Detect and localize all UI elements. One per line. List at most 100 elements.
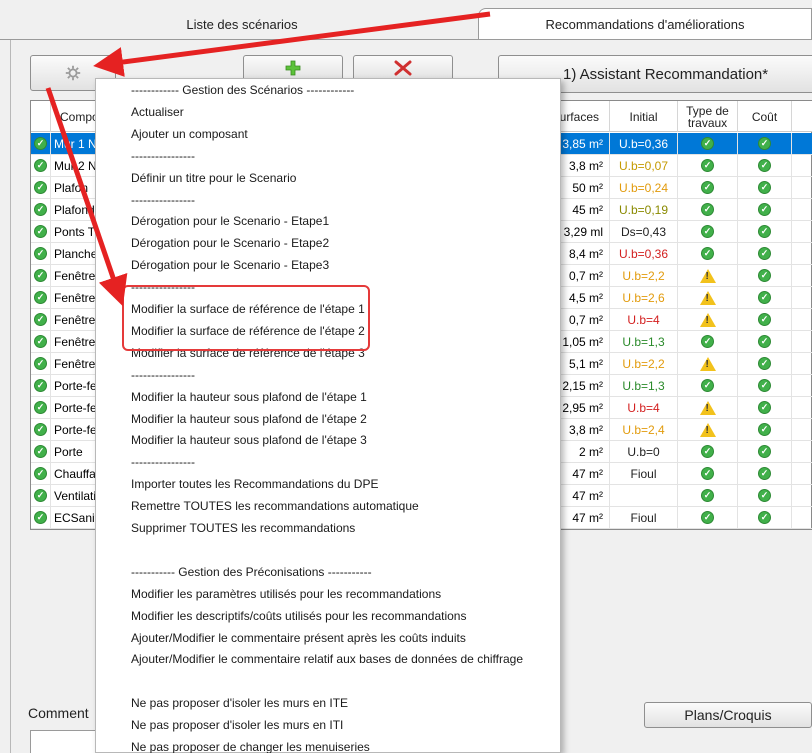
- menu-item[interactable]: Dérogation pour le Scenario - Etape1: [131, 211, 329, 231]
- row-check-cell[interactable]: ✓: [31, 419, 51, 440]
- check-icon[interactable]: ✓: [34, 445, 47, 458]
- check-icon: ✓: [758, 291, 771, 304]
- check-icon[interactable]: ✓: [34, 137, 47, 150]
- row-check-cell[interactable]: ✓: [31, 353, 51, 374]
- row-initial: U.b=2,6: [610, 287, 678, 308]
- row-extra-cell: [792, 309, 812, 330]
- menu-item[interactable]: Modifier la hauteur sous plafond de l'ét…: [131, 387, 367, 407]
- row-check-cell[interactable]: ✓: [31, 507, 51, 528]
- row-type-travaux: [678, 265, 738, 286]
- check-icon[interactable]: ✓: [34, 489, 47, 502]
- check-icon[interactable]: ✓: [34, 335, 47, 348]
- menu-item[interactable]: Ne pas proposer de changer les menuiseri…: [131, 737, 370, 753]
- row-check-cell[interactable]: ✓: [31, 199, 51, 220]
- row-type-travaux: [678, 353, 738, 374]
- header-cout[interactable]: Coût: [738, 101, 792, 132]
- menu-item[interactable]: Remettre TOUTES les recommandations auto…: [131, 496, 419, 516]
- menu-separator: ----------------: [131, 455, 195, 470]
- menu-item[interactable]: Supprimer TOUTES les recommandations: [131, 518, 355, 538]
- header-initial[interactable]: Initial: [610, 101, 678, 132]
- menu-item[interactable]: Ne pas proposer d'isoler les murs en ITE: [131, 693, 348, 713]
- menu-item[interactable]: Ajouter un composant: [131, 124, 248, 144]
- check-icon[interactable]: ✓: [34, 423, 47, 436]
- menu-separator: ----------------: [131, 192, 195, 207]
- header-type-travaux[interactable]: Type de travaux: [678, 101, 738, 132]
- warning-icon: [699, 400, 716, 415]
- row-check-cell[interactable]: ✓: [31, 485, 51, 506]
- row-check-cell[interactable]: ✓: [31, 309, 51, 330]
- check-icon: ✓: [701, 137, 714, 150]
- menu-item[interactable]: Modifier la hauteur sous plafond de l'ét…: [131, 409, 367, 429]
- check-icon: ✓: [758, 401, 771, 414]
- row-check-cell[interactable]: ✓: [31, 397, 51, 418]
- menu-item[interactable]: Modifier les paramètres utilisés pour le…: [131, 584, 441, 604]
- check-icon[interactable]: ✓: [34, 225, 47, 238]
- row-initial: U.b=4: [610, 397, 678, 418]
- row-check-cell[interactable]: ✓: [31, 331, 51, 352]
- row-extra-cell: [792, 375, 812, 396]
- menu-item[interactable]: Dérogation pour le Scenario - Etape2: [131, 233, 329, 253]
- row-check-cell[interactable]: ✓: [31, 287, 51, 308]
- check-icon[interactable]: ✓: [34, 379, 47, 392]
- row-type-travaux: [678, 287, 738, 308]
- check-icon: ✓: [701, 489, 714, 502]
- tab-liste-scenarios[interactable]: Liste des scénarios: [12, 8, 472, 40]
- row-initial: [610, 485, 678, 506]
- row-extra-cell: [792, 419, 812, 440]
- row-initial: Fioul: [610, 463, 678, 484]
- check-icon: ✓: [701, 247, 714, 260]
- context-menu: ------------ Gestion des Scénarios -----…: [95, 78, 561, 753]
- menu-item[interactable]: Dérogation pour le Scenario - Etape3: [131, 255, 329, 275]
- row-check-cell[interactable]: ✓: [31, 375, 51, 396]
- row-cout: ✓: [738, 287, 792, 308]
- row-check-cell[interactable]: ✓: [31, 463, 51, 484]
- row-extra-cell: [792, 485, 812, 506]
- row-type-travaux: [678, 309, 738, 330]
- row-extra-cell: [792, 287, 812, 308]
- check-icon[interactable]: ✓: [34, 203, 47, 216]
- menu-item[interactable]: Actualiser: [131, 102, 184, 122]
- menu-item[interactable]: Ajouter/Modifier le commentaire relatif …: [131, 649, 523, 669]
- check-icon: ✓: [758, 137, 771, 150]
- tab-recommandations[interactable]: Recommandations d'améliorations: [478, 8, 812, 40]
- check-icon: ✓: [758, 467, 771, 480]
- check-icon: ✓: [758, 247, 771, 260]
- row-type-travaux: ✓: [678, 441, 738, 462]
- check-icon[interactable]: ✓: [34, 511, 47, 524]
- row-type-travaux: [678, 397, 738, 418]
- menu-item[interactable]: Définir un titre pour le Scenario: [131, 168, 296, 188]
- comment-textarea[interactable]: [30, 730, 100, 753]
- check-icon[interactable]: ✓: [34, 269, 47, 282]
- row-check-cell[interactable]: ✓: [31, 177, 51, 198]
- row-type-travaux: ✓: [678, 331, 738, 352]
- menu-item[interactable]: Modifier la hauteur sous plafond de l'ét…: [131, 430, 367, 450]
- menu-item[interactable]: Modifier les descriptifs/coûts utilisés …: [131, 606, 466, 626]
- row-check-cell[interactable]: ✓: [31, 265, 51, 286]
- check-icon[interactable]: ✓: [34, 247, 47, 260]
- check-icon: ✓: [701, 335, 714, 348]
- row-check-cell[interactable]: ✓: [31, 243, 51, 264]
- row-initial: U.b=2,2: [610, 265, 678, 286]
- plus-icon: [285, 60, 301, 76]
- menu-item[interactable]: Ne pas proposer d'isoler les murs en ITI: [131, 715, 343, 735]
- row-check-cell[interactable]: ✓: [31, 441, 51, 462]
- row-check-cell[interactable]: ✓: [31, 221, 51, 242]
- check-icon[interactable]: ✓: [34, 181, 47, 194]
- menu-item[interactable]: Ajouter/Modifier le commentaire présent …: [131, 628, 466, 648]
- check-icon[interactable]: ✓: [34, 159, 47, 172]
- check-icon[interactable]: ✓: [34, 291, 47, 304]
- check-icon: ✓: [758, 335, 771, 348]
- row-extra-cell: [792, 441, 812, 462]
- row-type-travaux: ✓: [678, 485, 738, 506]
- check-icon[interactable]: ✓: [34, 357, 47, 370]
- row-extra-cell: [792, 463, 812, 484]
- menu-item[interactable]: Importer toutes les Recommandations du D…: [131, 474, 378, 494]
- row-cout: ✓: [738, 397, 792, 418]
- check-icon[interactable]: ✓: [34, 401, 47, 414]
- check-icon: ✓: [758, 379, 771, 392]
- row-check-cell[interactable]: ✓: [31, 155, 51, 176]
- check-icon[interactable]: ✓: [34, 313, 47, 326]
- check-icon[interactable]: ✓: [34, 467, 47, 480]
- plans-croquis-button[interactable]: Plans/Croquis: [644, 702, 812, 728]
- row-check-cell[interactable]: ✓: [31, 133, 51, 154]
